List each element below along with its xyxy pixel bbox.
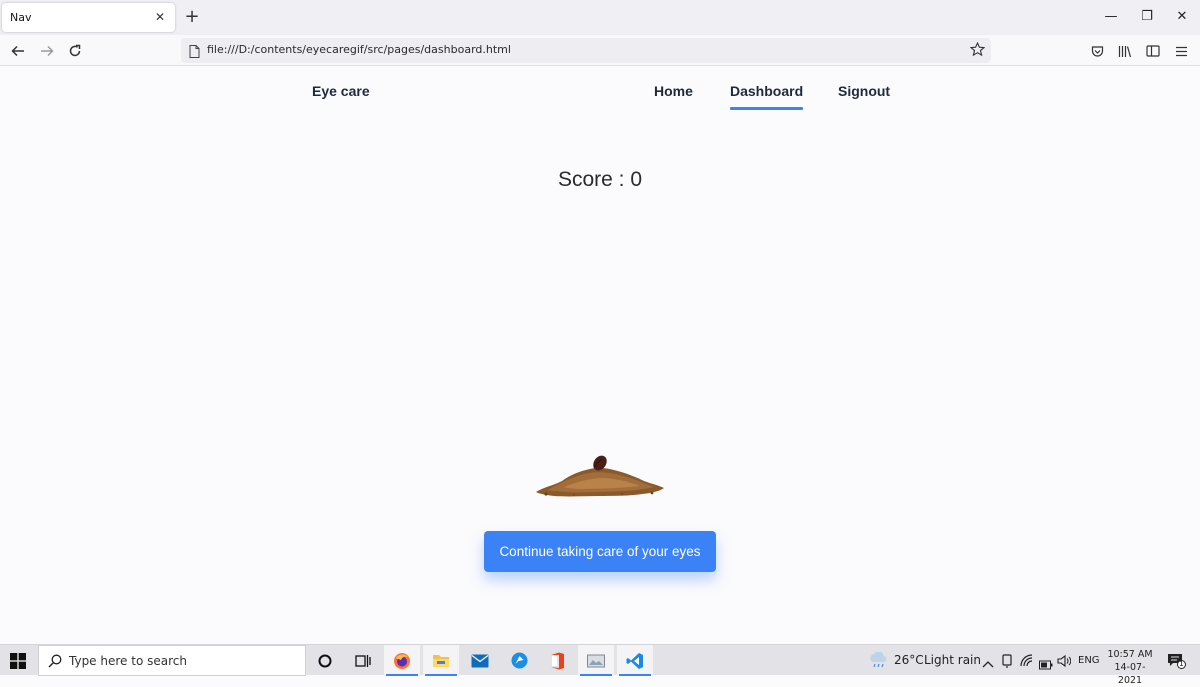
browser-tab[interactable]: Nav ✕ (2, 3, 175, 32)
close-window-icon[interactable]: ✕ (1170, 6, 1194, 28)
new-tab-button[interactable]: + (183, 8, 201, 26)
search-placeholder: Type here to search (69, 654, 187, 668)
address-bar[interactable]: file:///D:/contents/eyecaregif/src/pages… (181, 38, 991, 63)
site-brand[interactable]: Eye care (312, 83, 370, 99)
volume-icon[interactable] (1057, 653, 1072, 672)
page-icon (189, 43, 200, 62)
back-icon[interactable] (8, 41, 28, 61)
task-view-icon[interactable] (345, 645, 381, 676)
restore-icon[interactable]: ❐ (1135, 6, 1159, 28)
office-icon[interactable] (539, 645, 575, 676)
library-icon[interactable] (1115, 41, 1135, 61)
notification-center-icon[interactable]: 1 (1166, 651, 1186, 671)
page-content: Eye care Home Dashboard Signout Score : … (0, 66, 1200, 644)
firefox-icon[interactable] (384, 645, 420, 676)
bookmark-star-icon[interactable] (969, 41, 986, 61)
nav-link-signout[interactable]: Signout (838, 83, 890, 99)
minimize-icon[interactable]: — (1099, 6, 1123, 28)
continue-care-button[interactable]: Continue taking care of your eyes (484, 531, 716, 572)
pocket-icon[interactable] (1087, 41, 1107, 61)
notification-count-badge: 1 (1177, 660, 1186, 669)
weather-temperature: 26°C (894, 653, 924, 667)
meet-now-icon[interactable] (1001, 653, 1015, 672)
search-icon (48, 654, 62, 668)
forward-icon[interactable] (37, 41, 57, 61)
tab-close-icon[interactable]: ✕ (153, 10, 167, 24)
weather-description: Light rain (924, 653, 981, 667)
weather-rain-icon[interactable] (868, 651, 888, 672)
cortana-icon[interactable] (307, 645, 343, 676)
language-indicator[interactable]: ENG (1078, 655, 1100, 666)
file-explorer-icon[interactable] (423, 645, 459, 676)
vscode-icon[interactable] (617, 645, 653, 676)
clock-time: 10:57 AM (1107, 649, 1153, 660)
score-display: Score : 0 (557, 168, 643, 191)
mail-icon[interactable] (462, 645, 498, 676)
soil-mound-illustration (536, 455, 664, 497)
browser-tab-strip: Nav ✕ + — ❐ ✕ (0, 0, 1200, 35)
sidebar-icon[interactable] (1143, 41, 1163, 61)
edge-icon[interactable] (501, 645, 537, 676)
menu-icon[interactable] (1171, 41, 1191, 61)
show-hidden-icons-chevron-icon[interactable] (982, 654, 994, 673)
wifi-icon[interactable] (1020, 653, 1034, 672)
tab-title: Nav (10, 11, 32, 24)
windows-start-icon[interactable] (10, 653, 26, 669)
browser-toolbar: file:///D:/contents/eyecaregif/src/pages… (0, 35, 1200, 66)
photos-icon[interactable] (578, 645, 614, 676)
clock-date: 14-07-2021 (1114, 662, 1146, 686)
battery-icon[interactable] (1039, 655, 1053, 674)
nav-link-home[interactable]: Home (654, 83, 693, 99)
taskbar-search[interactable]: Type here to search (38, 645, 306, 676)
taskbar-clock[interactable]: 10:57 AM 14-07-2021 (1104, 648, 1156, 687)
windows-taskbar: Type here to search 26°C Light rain ENG … (0, 644, 1200, 686)
nav-link-dashboard[interactable]: Dashboard (730, 83, 804, 110)
reload-icon[interactable] (65, 41, 85, 61)
url-text: file:///D:/contents/eyecaregif/src/pages… (207, 43, 511, 56)
